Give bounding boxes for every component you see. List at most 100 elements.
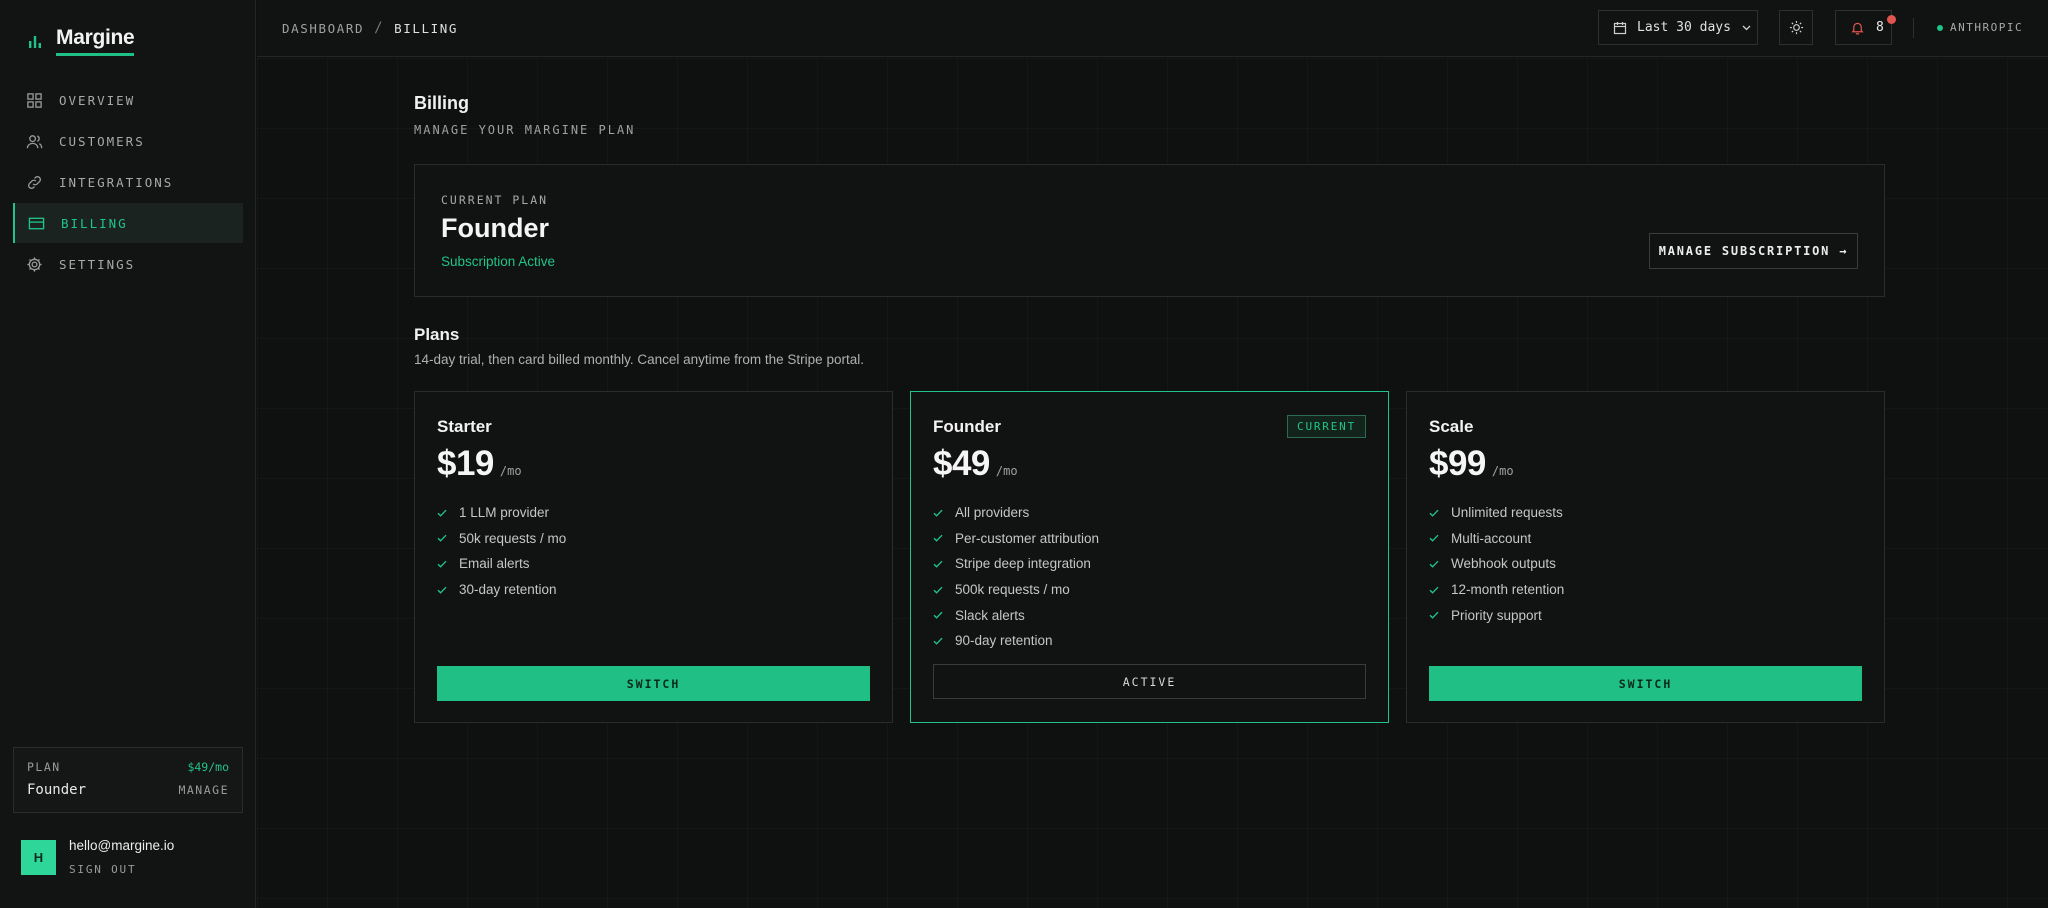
plans-subtitle: 14-day trial, then card billed monthly. … xyxy=(414,352,864,367)
sign-out-link[interactable]: SIGN OUT xyxy=(69,863,174,876)
org-name: ANTHROPIC xyxy=(1950,21,2024,34)
plan-features: Unlimited requests Multi-account Webhook… xyxy=(1429,500,1564,628)
plan-card-scale: Scale $99 /mo Unlimited requests Multi-a… xyxy=(1406,391,1885,723)
feature-text: 1 LLM provider xyxy=(459,505,550,521)
sidebar-item-customers[interactable]: CUSTOMERS xyxy=(13,121,243,161)
list-item: 30-day retention xyxy=(437,577,566,603)
sidebar-item-overview[interactable]: OVERVIEW xyxy=(13,80,243,120)
user-email: hello@margine.io xyxy=(69,838,175,853)
list-item: Per-customer attribution xyxy=(933,526,1099,552)
plan-price: $19 /mo xyxy=(437,444,522,484)
users-icon xyxy=(26,134,43,148)
feature-text: Unlimited requests xyxy=(1451,505,1563,521)
sidebar-item-label: INTEGRATIONS xyxy=(59,174,174,190)
list-item: 90-day retention xyxy=(933,628,1099,654)
feature-text: Per-customer attribution xyxy=(955,530,1100,546)
notifications-button[interactable]: 8 xyxy=(1835,10,1896,45)
plan-manage-link[interactable]: MANAGE xyxy=(178,783,229,797)
bell-icon xyxy=(1851,22,1864,35)
feature-text: Webhook outputs xyxy=(1451,556,1556,572)
plan-features: 1 LLM provider 50k requests / mo Email a… xyxy=(437,500,566,602)
sidebar-item-label: SETTINGS xyxy=(59,256,136,272)
plan-card-founder: Founder CURRENT $49 /mo All providers Pe… xyxy=(910,391,1389,723)
main-content: Billing MANAGE YOUR MARGINE PLAN CURRENT… xyxy=(257,58,2048,908)
list-item: Unlimited requests xyxy=(1429,500,1564,526)
plan-features: All providers Per-customer attribution S… xyxy=(933,500,1099,654)
check-icon xyxy=(933,637,943,645)
list-item: Email alerts xyxy=(437,551,566,577)
list-item: 12-month retention xyxy=(1429,577,1564,603)
sun-icon xyxy=(1789,20,1803,35)
logo-bars-icon xyxy=(29,36,41,48)
switch-plan-button[interactable]: SWITCH xyxy=(1429,666,1862,701)
manage-subscription-button[interactable]: MANAGE SUBSCRIPTION → xyxy=(1649,233,1858,269)
plan-period: /mo xyxy=(499,464,522,478)
check-icon xyxy=(437,586,447,594)
list-item: Slack alerts xyxy=(933,602,1099,628)
plan-card-starter: Starter $19 /mo 1 LLM provider 50k reque… xyxy=(414,391,893,723)
brand[interactable]: Margine xyxy=(28,26,135,56)
current-plan-label: CURRENT PLAN xyxy=(441,193,549,207)
check-icon xyxy=(933,535,943,543)
check-icon xyxy=(933,586,943,594)
feature-text: 30-day retention xyxy=(459,582,557,598)
top-bar: DASHBOARD / BILLING Last 30 days 8 ANTHR… xyxy=(257,0,2048,57)
check-icon xyxy=(933,509,943,517)
feature-text: Email alerts xyxy=(459,556,530,572)
current-plan-card: CURRENT PLAN Founder Subscription Active… xyxy=(414,164,1885,297)
notification-count: 8 xyxy=(1876,20,1884,35)
list-item: Webhook outputs xyxy=(1429,551,1564,577)
switch-plan-button[interactable]: SWITCH xyxy=(437,666,870,701)
list-item: 50k requests / mo xyxy=(437,526,566,552)
user-profile: H hello@margine.io SIGN OUT xyxy=(21,838,174,876)
plan-name: Scale xyxy=(1429,417,1474,436)
feature-text: 500k requests / mo xyxy=(955,582,1070,598)
credit-card-icon xyxy=(28,217,45,229)
plan-price: $49/mo xyxy=(187,760,229,774)
sidebar-item-settings[interactable]: SETTINGS xyxy=(13,244,243,284)
org-status-dot xyxy=(1937,24,1943,31)
sidebar-item-label: CUSTOMERS xyxy=(59,133,145,149)
breadcrumb-separator: / xyxy=(374,20,385,36)
org-switcher[interactable]: ANTHROPIC xyxy=(1937,21,2023,34)
check-icon xyxy=(437,509,447,517)
plan-amount: $49 xyxy=(933,444,990,483)
page-subtitle: MANAGE YOUR MARGINE PLAN xyxy=(414,123,636,137)
check-icon xyxy=(1429,509,1439,517)
check-icon xyxy=(1429,535,1439,543)
notification-dot xyxy=(1887,15,1896,24)
list-item: Stripe deep integration xyxy=(933,551,1099,577)
sidebar-item-billing[interactable]: BILLING xyxy=(13,203,243,243)
plan-name: Founder xyxy=(27,782,87,798)
check-icon xyxy=(933,560,943,568)
feature-text: 50k requests / mo xyxy=(459,530,567,546)
date-range-select[interactable]: Last 30 days xyxy=(1598,10,1758,45)
check-icon xyxy=(1429,586,1439,594)
current-badge: CURRENT xyxy=(1287,415,1366,438)
date-range-value: Last 30 days xyxy=(1637,20,1731,35)
link-icon xyxy=(28,175,41,189)
feature-text: Slack alerts xyxy=(955,607,1025,623)
plan-period: /mo xyxy=(995,464,1018,478)
sidebar-item-label: BILLING xyxy=(61,215,128,231)
current-plan-name: Founder xyxy=(441,213,549,243)
list-item: 1 LLM provider xyxy=(437,500,566,526)
check-icon xyxy=(1429,611,1439,619)
breadcrumb-dashboard[interactable]: DASHBOARD xyxy=(282,21,364,36)
sidebar-nav: OVERVIEW CUSTOMERS INTEGRATIONS BILLING xyxy=(13,80,243,285)
active-plan-button[interactable]: ACTIVE xyxy=(933,664,1366,699)
feature-text: 12-month retention xyxy=(1451,582,1565,598)
theme-toggle-button[interactable] xyxy=(1779,10,1813,45)
feature-text: All providers xyxy=(955,505,1030,521)
page-title: Billing xyxy=(414,93,469,113)
sidebar: Margine OVERVIEW CUSTOMERS INTEGRATIONS xyxy=(0,0,256,908)
sidebar-item-integrations[interactable]: INTEGRATIONS xyxy=(13,162,243,202)
avatar[interactable]: H xyxy=(21,840,56,875)
feature-text: Priority support xyxy=(1451,607,1542,623)
list-item: Priority support xyxy=(1429,602,1564,628)
chevron-down-icon xyxy=(1742,25,1751,31)
plan-price: $99 /mo xyxy=(1429,444,1514,484)
check-icon xyxy=(1429,560,1439,568)
gear-icon xyxy=(27,256,42,272)
check-icon xyxy=(437,535,447,543)
